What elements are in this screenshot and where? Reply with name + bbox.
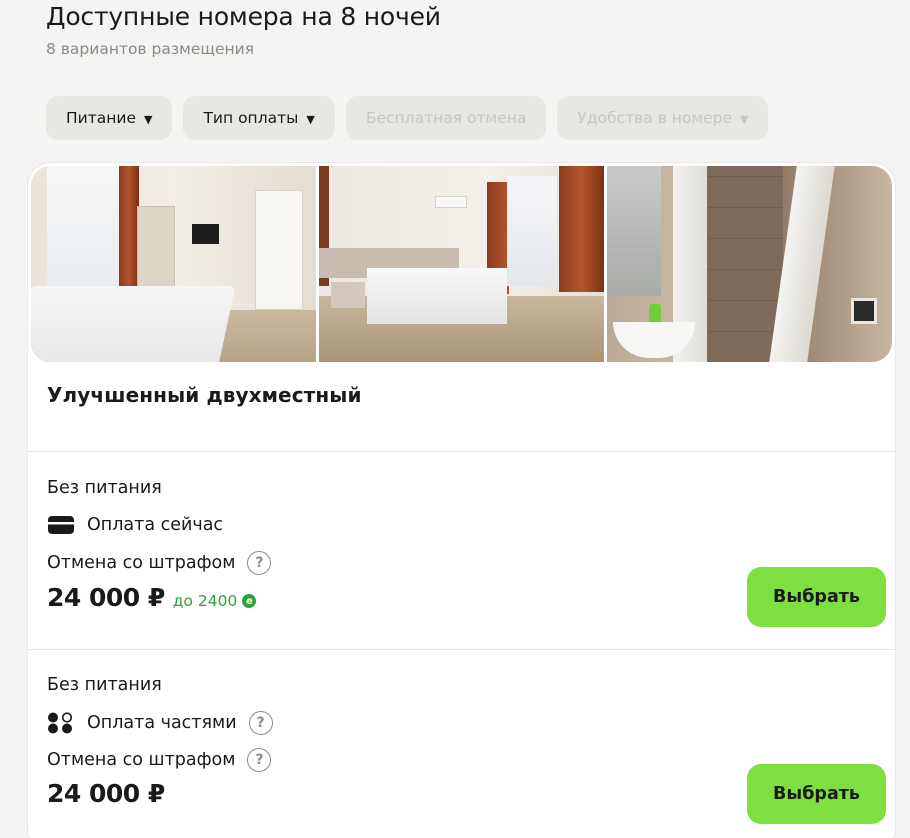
price-amount: 24 000 ₽ — [47, 583, 165, 612]
filter-amenities-label: Удобства в номере — [577, 109, 732, 127]
caret-down-icon: ▼ — [739, 112, 749, 126]
select-button[interactable]: Выбрать — [747, 567, 886, 627]
rate-price: 24 000 ₽ до 2400 е — [47, 583, 257, 612]
filter-meal[interactable]: Питание ▼ — [46, 96, 173, 140]
cashback-label: до 2400 — [172, 592, 238, 610]
help-circle-icon[interactable]: ? — [247, 551, 272, 575]
rate-payment-label: Оплата сейчас — [87, 515, 224, 535]
rate-payment: Оплата сейчас — [47, 514, 223, 536]
filters-bar: Питание ▼ Тип оплаты ▼ Бесплатная отмена… — [46, 96, 769, 140]
room-photo-twin-beds[interactable] — [319, 166, 604, 362]
room-card: Улучшенный двухместный Без питания Оплат… — [27, 162, 896, 838]
filter-payment-type[interactable]: Тип оплаты ▼ — [183, 96, 335, 140]
filter-free-cancellation-label: Бесплатная отмена — [365, 109, 527, 127]
rate-cancellation: Отмена со штрафом ? — [47, 551, 272, 575]
filter-free-cancellation: Бесплатная отмена — [345, 96, 547, 140]
rate-payment-label: Оплата частями — [87, 713, 237, 733]
rate-option: Без питания Оплата частями ? Отмена со ш… — [47, 649, 886, 838]
page-subtitle: 8 вариантов размещения — [46, 40, 255, 58]
rate-cancellation-label: Отмена со штрафом — [47, 750, 236, 770]
price-amount: 24 000 ₽ — [47, 779, 165, 808]
room-gallery[interactable] — [31, 166, 892, 362]
filter-payment-type-label: Тип оплаты — [203, 109, 299, 127]
rate-cancellation-label: Отмена со штрафом — [47, 553, 236, 573]
rate-meal: Без питания — [47, 478, 162, 498]
rate-meal: Без питания — [47, 675, 162, 695]
cashback-icon: е — [242, 594, 257, 608]
cashback: до 2400 е — [173, 592, 257, 610]
select-button[interactable]: Выбрать — [747, 764, 886, 824]
credit-card-icon — [48, 516, 74, 534]
filter-meal-label: Питание — [66, 109, 136, 127]
rate-payment: Оплата частями ? — [47, 711, 273, 735]
help-circle-icon[interactable]: ? — [247, 748, 272, 772]
room-photo-bedroom[interactable] — [31, 166, 316, 362]
rate-cancellation: Отмена со штрафом ? — [47, 748, 272, 772]
caret-down-icon: ▼ — [306, 112, 315, 126]
page-title: Доступные номера на 8 ночей — [46, 2, 441, 31]
room-photo-bathroom[interactable] — [607, 166, 892, 362]
room-title: Улучшенный двухместный — [47, 383, 362, 407]
filter-amenities: Удобства в номере ▼ — [557, 96, 769, 140]
help-circle-icon[interactable]: ? — [248, 711, 273, 735]
caret-down-icon: ▼ — [144, 112, 153, 126]
rate-price: 24 000 ₽ — [47, 779, 165, 808]
rate-option: Без питания Оплата сейчас Отмена со штра… — [47, 451, 886, 649]
page-header: Доступные номера на 8 ночей — [46, 0, 441, 34]
installments-icon — [48, 712, 73, 734]
